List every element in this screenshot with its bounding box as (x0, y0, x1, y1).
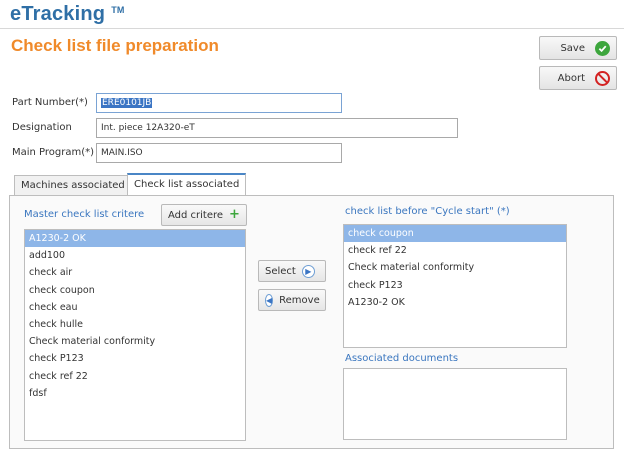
checkmark-icon (595, 40, 610, 56)
page-title: Check list file preparation (11, 36, 219, 55)
part-number-value: ERE0101JB (101, 98, 153, 108)
list-item[interactable]: check P123 (25, 350, 245, 367)
list-item[interactable]: check ref 22 (344, 242, 566, 259)
list-item[interactable]: check eau (25, 299, 245, 316)
list-item[interactable]: Check material conformity (344, 259, 566, 276)
arrow-left-icon: ◀ (265, 293, 274, 307)
list-item[interactable]: A1230-2 OK (344, 294, 566, 311)
main-program-label: Main Program(*) (12, 147, 95, 158)
remove-button[interactable]: ◀ Remove (258, 289, 326, 311)
list-item[interactable]: A1230-2 OK (25, 230, 245, 248)
save-label: Save (560, 42, 585, 54)
tab-check-list-associated[interactable]: Check list associated (127, 173, 247, 195)
tab-machines-associated[interactable]: Machines associated (14, 175, 132, 195)
part-number-label: Part Number(*) (12, 97, 88, 108)
list-item[interactable]: check coupon (344, 225, 566, 243)
remove-label: Remove (279, 294, 320, 306)
header-divider (0, 28, 624, 29)
list-item[interactable]: add100 (25, 247, 245, 264)
master-check-list-label: Master check list critere (24, 209, 145, 220)
app-name: eTracking (10, 3, 106, 25)
plus-icon: + (229, 207, 240, 222)
list-item[interactable]: fdsf (25, 385, 245, 402)
abort-label: Abort (557, 72, 585, 84)
master-check-list[interactable]: A1230-2 OK add100 check air check coupon… (24, 229, 246, 441)
trademark: TM (111, 5, 125, 15)
list-item[interactable]: check ref 22 (25, 368, 245, 385)
before-cycle-list[interactable]: check coupon check ref 22 Check material… (343, 224, 567, 348)
before-cycle-label: check list before "Cycle start" (*) (345, 206, 510, 217)
add-critere-button[interactable]: Add critere + (161, 204, 247, 226)
associated-documents-label: Associated documents (345, 353, 459, 364)
part-number-input[interactable]: ERE0101JB (96, 93, 342, 113)
list-item[interactable]: Check material conformity (25, 333, 245, 350)
main-program-input[interactable]: MAIN.ISO (96, 143, 342, 163)
list-item[interactable]: check air (25, 264, 245, 281)
abort-button[interactable]: Abort (539, 66, 617, 90)
select-button[interactable]: Select ▶ (258, 260, 326, 282)
associated-documents-list[interactable] (343, 368, 567, 440)
save-button[interactable]: Save (539, 36, 617, 60)
select-label: Select (265, 265, 296, 277)
designation-input[interactable]: Int. piece 12A320-eT (96, 118, 458, 138)
add-critere-label: Add critere (168, 209, 224, 221)
list-item[interactable]: check coupon (25, 282, 245, 299)
list-item[interactable]: check P123 (344, 277, 566, 294)
prohibited-icon (595, 70, 610, 86)
list-item[interactable]: check hulle (25, 316, 245, 333)
arrow-right-icon: ▶ (301, 264, 315, 278)
designation-label: Designation (12, 122, 72, 133)
app-title: eTracking TM (10, 3, 125, 26)
